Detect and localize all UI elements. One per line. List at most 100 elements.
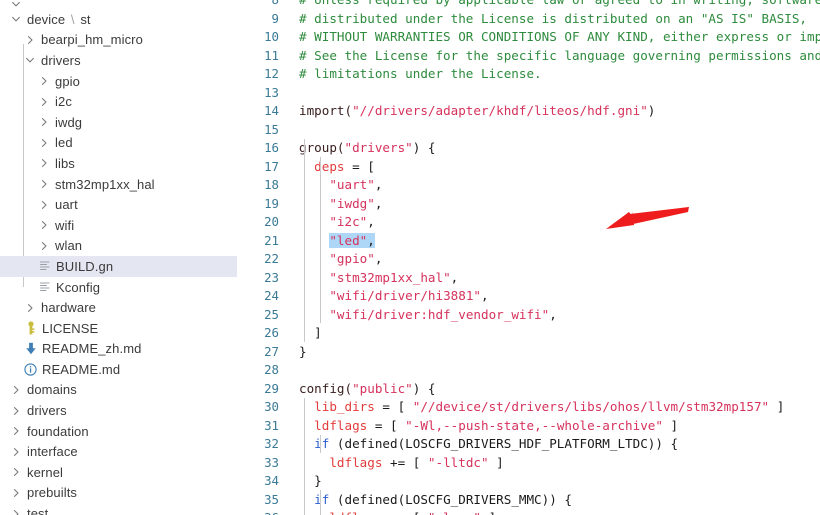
- code-text[interactable]: ]: [289, 324, 820, 343]
- code-line-30[interactable]: 30 lib_dirs = [ "//device/st/drivers/lib…: [237, 398, 820, 417]
- tree-folder-item-0[interactable]: [0, 0, 237, 9]
- chevron-right-icon[interactable]: [36, 200, 52, 210]
- chevron-right-icon[interactable]: [36, 76, 52, 86]
- code-text[interactable]: "wifi/driver:hdf_vendor_wifi",: [289, 306, 820, 325]
- tree-folder-prebuilts[interactable]: prebuilts: [0, 483, 237, 504]
- tree-folder-kernel[interactable]: kernel: [0, 462, 237, 483]
- code-text[interactable]: "uart",: [289, 176, 820, 195]
- tree-file-kconfig[interactable]: Kconfig: [0, 277, 237, 298]
- code-line-19[interactable]: 19 "iwdg",: [237, 195, 820, 214]
- file-explorer-panel[interactable]: device \ st bearpi_hm_micro drivers gpio i2c…: [0, 0, 237, 515]
- tree-folder-drivers[interactable]: drivers: [0, 50, 237, 71]
- code-text[interactable]: if (defined(LOSCFG_DRIVERS_MMC)) {: [289, 491, 820, 510]
- code-text[interactable]: group("drivers") {: [289, 139, 820, 158]
- code-text[interactable]: }: [289, 343, 820, 362]
- chevron-right-icon[interactable]: [8, 447, 24, 457]
- tree-folder-iwdg[interactable]: iwdg: [0, 112, 237, 133]
- chevron-right-icon[interactable]: [36, 241, 52, 251]
- code-text[interactable]: lib_dirs = [ "//device/st/drivers/libs/o…: [289, 398, 820, 417]
- tree-file-readme-zh-md[interactable]: README_zh.md: [0, 339, 237, 360]
- code-text[interactable]: }: [289, 472, 820, 491]
- code-text[interactable]: if (defined(LOSCFG_DRIVERS_HDF_PLATFORM_…: [289, 435, 820, 454]
- code-text[interactable]: ldflags += [ "-lltdc" ]: [289, 454, 820, 473]
- code-line-31[interactable]: 31 ldflags = [ "-Wl,--push-state,--whole…: [237, 417, 820, 436]
- code-line-20[interactable]: 20 "i2c",: [237, 213, 820, 232]
- code-text[interactable]: [289, 361, 820, 380]
- tree-folder-wifi[interactable]: wifi: [0, 215, 237, 236]
- code-text[interactable]: "i2c",: [289, 213, 820, 232]
- code-text[interactable]: deps = [: [289, 158, 820, 177]
- chevron-down-icon[interactable]: [8, 0, 24, 9]
- tree-folder-i2c[interactable]: i2c: [0, 91, 237, 112]
- code-line-17[interactable]: 17 deps = [: [237, 158, 820, 177]
- chevron-down-icon[interactable]: [8, 14, 24, 24]
- code-line-34[interactable]: 34 }: [237, 472, 820, 491]
- tree-file-license[interactable]: LICENSE: [0, 318, 237, 339]
- chevron-right-icon[interactable]: [8, 467, 24, 477]
- code-text[interactable]: import("//drivers/adapter/khdf/liteos/hd…: [289, 102, 820, 121]
- tree-folder-interface[interactable]: interface: [0, 441, 237, 462]
- code-text[interactable]: "led",: [289, 232, 820, 251]
- tree-folder-led[interactable]: led: [0, 133, 237, 154]
- chevron-right-icon[interactable]: [8, 426, 24, 436]
- chevron-right-icon[interactable]: [8, 385, 24, 395]
- code-line-18[interactable]: 18 "uart",: [237, 176, 820, 195]
- code-text[interactable]: ldflags = [ "-Wl,--push-state,--whole-ar…: [289, 417, 820, 436]
- chevron-right-icon[interactable]: [36, 97, 52, 107]
- chevron-right-icon[interactable]: [8, 488, 24, 498]
- code-editor-panel[interactable]: 8 # Unless required by applicable law or …: [237, 0, 820, 515]
- code-line-11[interactable]: 11 # See the License for the specific lan…: [237, 47, 820, 66]
- code-text[interactable]: "stm32mp1xx_hal",: [289, 269, 820, 288]
- code-line-35[interactable]: 35 if (defined(LOSCFG_DRIVERS_MMC)) {: [237, 491, 820, 510]
- tree-folder-uart[interactable]: uart: [0, 194, 237, 215]
- code-lines[interactable]: 8 # Unless required by applicable law or …: [237, 0, 820, 515]
- code-text[interactable]: ldflags += [ "-lmmc" ]: [289, 509, 820, 515]
- code-text[interactable]: # limitations under the License.: [289, 65, 820, 84]
- code-line-8[interactable]: 8 # Unless required by applicable law or …: [237, 0, 820, 10]
- tree-folder-libs[interactable]: libs: [0, 153, 237, 174]
- code-line-21[interactable]: 21 "led",: [237, 232, 820, 251]
- code-line-29[interactable]: 29 config("public") {: [237, 380, 820, 399]
- code-line-36[interactable]: 36 ldflags += [ "-lmmc" ]: [237, 509, 820, 515]
- code-line-27[interactable]: 27}: [237, 343, 820, 362]
- tree-folder-device-st[interactable]: device \ st: [0, 9, 237, 30]
- chevron-right-icon[interactable]: [36, 158, 52, 168]
- code-line-24[interactable]: 24 "wifi/driver/hi3881",: [237, 287, 820, 306]
- tree-folder-hardware[interactable]: hardware: [0, 297, 237, 318]
- tree-folder-domains[interactable]: domains: [0, 380, 237, 401]
- code-text[interactable]: "gpio",: [289, 250, 820, 269]
- code-line-33[interactable]: 33 ldflags += [ "-lltdc" ]: [237, 454, 820, 473]
- code-line-9[interactable]: 9 # distributed under the License is dist…: [237, 10, 820, 29]
- chevron-right-icon[interactable]: [36, 179, 52, 189]
- chevron-right-icon[interactable]: [8, 406, 24, 416]
- code-line-25[interactable]: 25 "wifi/driver:hdf_vendor_wifi",: [237, 306, 820, 325]
- code-text[interactable]: "wifi/driver/hi3881",: [289, 287, 820, 306]
- tree-folder-stm32mp1xx-hal[interactable]: stm32mp1xx_hal: [0, 174, 237, 195]
- tree-folder-gpio[interactable]: gpio: [0, 71, 237, 92]
- code-line-12[interactable]: 12 # limitations under the License.: [237, 65, 820, 84]
- file-tree[interactable]: device \ st bearpi_hm_micro drivers gpio i2c…: [0, 0, 237, 515]
- code-text[interactable]: "iwdg",: [289, 195, 820, 214]
- code-text[interactable]: # See the License for the specific langu…: [289, 47, 820, 66]
- chevron-down-icon[interactable]: [22, 55, 38, 65]
- code-line-32[interactable]: 32 if (defined(LOSCFG_DRIVERS_HDF_PLATFO…: [237, 435, 820, 454]
- code-text[interactable]: [289, 121, 820, 140]
- code-line-10[interactable]: 10 # WITHOUT WARRANTIES OR CONDITIONS OF …: [237, 28, 820, 47]
- chevron-right-icon[interactable]: [36, 220, 52, 230]
- code-text[interactable]: # distributed under the License is distr…: [289, 10, 820, 29]
- code-text[interactable]: config("public") {: [289, 380, 820, 399]
- code-line-23[interactable]: 23 "stm32mp1xx_hal",: [237, 269, 820, 288]
- code-text[interactable]: # Unless required by applicable law or a…: [289, 0, 820, 10]
- code-line-16[interactable]: 16 group("drivers") {: [237, 139, 820, 158]
- chevron-right-icon[interactable]: [8, 509, 24, 515]
- chevron-right-icon[interactable]: [36, 138, 52, 148]
- code-line-22[interactable]: 22 "gpio",: [237, 250, 820, 269]
- tree-folder-wlan[interactable]: wlan: [0, 236, 237, 257]
- code-line-14[interactable]: 14 import("//drivers/adapter/khdf/liteos/…: [237, 102, 820, 121]
- tree-folder-bearpi-hm-micro[interactable]: bearpi_hm_micro: [0, 30, 237, 51]
- chevron-right-icon[interactable]: [22, 303, 38, 313]
- chevron-right-icon[interactable]: [22, 35, 38, 45]
- code-text[interactable]: # WITHOUT WARRANTIES OR CONDITIONS OF AN…: [289, 28, 820, 47]
- code-line-13[interactable]: 13: [237, 84, 820, 103]
- tree-file-build-gn[interactable]: BUILD.gn: [0, 256, 237, 277]
